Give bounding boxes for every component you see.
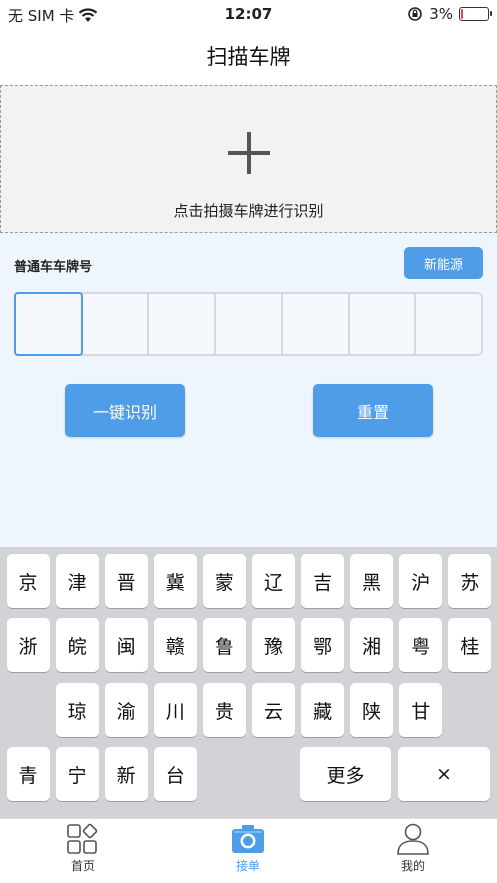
plate-cell-2[interactable] (83, 294, 150, 354)
status-right: 3% (407, 5, 492, 23)
plate-cell-5[interactable] (283, 294, 350, 354)
tab-orders-label: 接单 (235, 859, 260, 873)
key-28[interactable]: 甘 (399, 683, 443, 737)
capture-plate-area[interactable]: 点击拍摄车牌进行识别 (0, 85, 497, 233)
tab-bar: 首页 接单 我的 (0, 818, 497, 883)
home-grid-icon (67, 823, 98, 854)
key-22[interactable]: 渝 (104, 683, 148, 737)
orientation-lock-icon (408, 7, 423, 21)
plate-input-box (14, 292, 483, 356)
key-2[interactable]: 津 (55, 554, 99, 608)
reset-button[interactable]: 重置 (313, 384, 433, 437)
key-4[interactable]: 冀 (153, 554, 197, 608)
capture-hint: 点击拍摄车牌进行识别 (173, 202, 324, 220)
key-14[interactable]: 赣 (153, 618, 197, 672)
key-20[interactable]: 桂 (448, 618, 492, 672)
battery-percent: 3% (429, 5, 453, 23)
tab-home[interactable]: 首页 (33, 823, 133, 874)
key-29[interactable]: 青 (6, 747, 50, 801)
key-31[interactable]: 新 (104, 747, 148, 801)
tab-orders[interactable]: 接单 (198, 823, 298, 874)
key-5[interactable]: 蒙 (202, 554, 246, 608)
key-8[interactable]: 黑 (350, 554, 394, 608)
tab-home-label: 首页 (70, 859, 95, 873)
province-keyboard: 京津晋冀蒙辽吉黑沪苏浙皖闽赣鲁豫鄂湘粤桂琼渝川贵云藏陕甘青宁新台 更多 × (0, 547, 497, 818)
key-18[interactable]: 湘 (350, 618, 394, 672)
battery-icon (459, 7, 492, 21)
nav-bar: 扫描车牌 (0, 28, 497, 84)
new-energy-button[interactable]: 新能源 (404, 247, 483, 279)
plate-panel: 普通车车牌号 新能源 一键识别 重置 (0, 233, 497, 547)
key-13[interactable]: 闽 (104, 618, 148, 672)
key-16[interactable]: 豫 (252, 618, 295, 672)
recognize-button[interactable]: 一键识别 (65, 384, 185, 437)
plate-cell-6[interactable] (350, 294, 417, 354)
status-bar: 无 SIM 卡 12:07 3% (0, 0, 497, 28)
camera-icon (232, 825, 264, 853)
key-6[interactable]: 辽 (252, 554, 295, 608)
delete-key[interactable]: × (398, 747, 490, 801)
key-1[interactable]: 京 (6, 554, 50, 608)
tab-profile-label: 我的 (400, 859, 425, 873)
key-15[interactable]: 鲁 (202, 618, 246, 672)
plate-cell-1[interactable] (14, 292, 83, 356)
tab-profile[interactable]: 我的 (363, 823, 463, 874)
page-title: 扫描车牌 (206, 45, 291, 69)
plate-cell-7[interactable] (416, 294, 481, 354)
key-7[interactable]: 吉 (301, 554, 345, 608)
key-30[interactable]: 宁 (55, 747, 99, 801)
key-17[interactable]: 鄂 (301, 618, 345, 672)
key-21[interactable]: 琼 (55, 683, 99, 737)
key-25[interactable]: 云 (252, 683, 295, 737)
key-9[interactable]: 沪 (399, 554, 443, 608)
plate-cell-3[interactable] (149, 294, 217, 354)
key-3[interactable]: 晋 (104, 554, 148, 608)
plate-cell-4[interactable] (216, 294, 283, 354)
key-19[interactable]: 粤 (399, 618, 443, 672)
key-11[interactable]: 浙 (6, 618, 50, 672)
key-27[interactable]: 陕 (350, 683, 394, 737)
user-icon (397, 823, 429, 855)
key-23[interactable]: 川 (153, 683, 197, 737)
plate-type-label: 普通车车牌号 (14, 260, 93, 275)
key-24[interactable]: 贵 (202, 683, 246, 737)
key-12[interactable]: 皖 (55, 618, 99, 672)
more-key[interactable]: 更多 (300, 747, 391, 801)
plus-icon (227, 132, 270, 174)
key-26[interactable]: 藏 (301, 683, 345, 737)
key-10[interactable]: 苏 (448, 554, 492, 608)
battery-fill (461, 9, 463, 19)
key-32[interactable]: 台 (153, 747, 197, 801)
